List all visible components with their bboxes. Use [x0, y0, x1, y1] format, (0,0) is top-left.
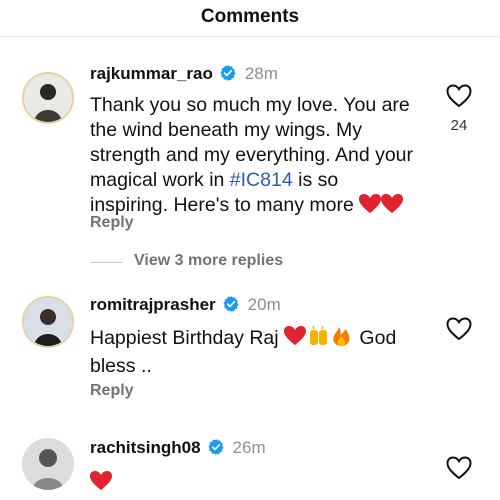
comment-header: romitrajprasher 20m [90, 295, 281, 318]
red-heart-emoji [359, 194, 404, 221]
username[interactable]: rachitsingh08 [90, 438, 201, 457]
comment-text: Happiest Birthday Raj God bless .. [90, 325, 397, 377]
verified-badge-icon [219, 64, 237, 87]
comment-header: rachitsingh08 26m [90, 438, 266, 461]
username[interactable]: romitrajprasher [90, 295, 216, 314]
like-heart-icon[interactable] [446, 317, 472, 341]
avatar[interactable] [22, 438, 74, 490]
replies-divider-line [90, 262, 122, 263]
header-divider [0, 36, 500, 37]
comment-time: 20m [247, 295, 281, 314]
hashtag-link[interactable]: #IC814 [230, 169, 293, 191]
verified-badge-icon [207, 438, 225, 461]
comment-time: 28m [244, 64, 278, 83]
comment-header: rajkummar_rao 28m [90, 64, 278, 87]
avatar[interactable] [22, 72, 74, 124]
verified-badge-icon [222, 295, 240, 318]
comment-text: Thank you so much my love. You are the w… [90, 93, 420, 221]
avatar[interactable] [22, 296, 74, 348]
page-title: Comments [200, 6, 300, 27]
like-heart-icon[interactable] [446, 456, 472, 480]
emoji-group [284, 325, 354, 354]
comment-text [90, 470, 420, 498]
like-heart-icon[interactable] [446, 84, 472, 108]
reply-button[interactable]: Reply [90, 382, 134, 400]
comment-time: 26m [232, 438, 266, 457]
like-count: 24 [450, 117, 468, 134]
red-heart-emoji [90, 471, 112, 498]
username[interactable]: rajkummar_rao [90, 64, 213, 83]
view-more-replies-label[interactable]: View 3 more replies [134, 252, 283, 270]
reply-button[interactable]: Reply [90, 214, 134, 232]
